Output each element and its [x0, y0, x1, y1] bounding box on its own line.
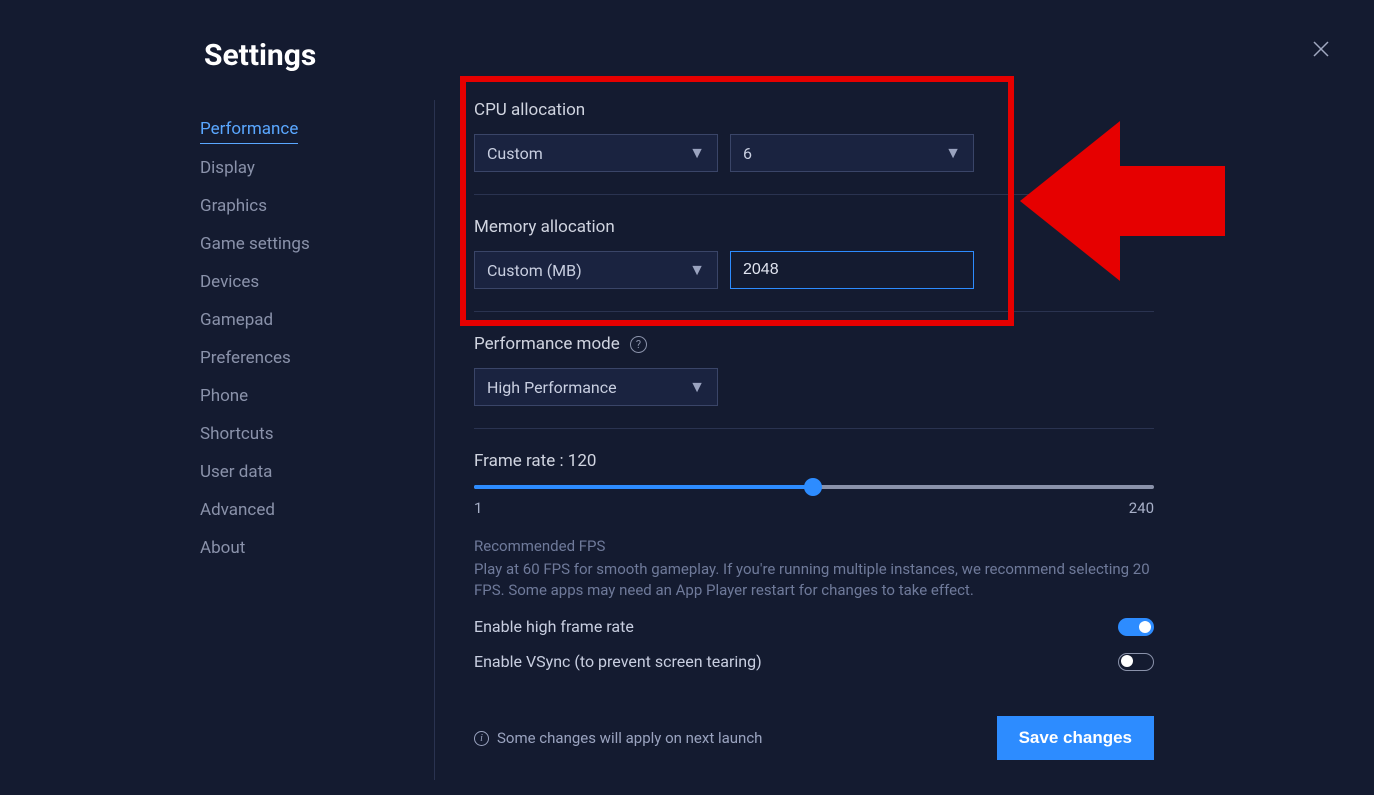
page-title: Settings: [204, 38, 316, 73]
sidebar-item-phone[interactable]: Phone: [200, 377, 400, 415]
main-panel: CPU allocation Custom ▼ 6 ▼ Memory alloc…: [474, 100, 1154, 671]
save-changes-button[interactable]: Save changes: [997, 716, 1154, 760]
memory-value-input[interactable]: [730, 251, 974, 289]
performance-mode-select[interactable]: High Performance ▼: [474, 368, 718, 406]
sidebar-item-graphics[interactable]: Graphics: [200, 187, 400, 225]
close-icon[interactable]: [1312, 40, 1330, 62]
sidebar-item-advanced[interactable]: Advanced: [200, 491, 400, 529]
sidebar-item-preferences[interactable]: Preferences: [200, 339, 400, 377]
chevron-down-icon: ▼: [689, 377, 705, 397]
sidebar-item-display[interactable]: Display: [200, 149, 400, 187]
chevron-down-icon: ▼: [945, 143, 961, 163]
memory-mode-select[interactable]: Custom (MB) ▼: [474, 251, 718, 289]
chevron-down-icon: ▼: [689, 260, 705, 280]
settings-sidebar: Performance Display Graphics Game settin…: [200, 110, 400, 567]
section-divider: [474, 194, 1154, 195]
footer: i Some changes will apply on next launch…: [474, 716, 1154, 760]
memory-allocation-label: Memory allocation: [474, 217, 1154, 237]
performance-mode-value: High Performance: [487, 378, 617, 397]
slider-fill: [474, 485, 813, 489]
cpu-cores-select[interactable]: 6 ▼: [730, 134, 974, 172]
performance-mode-label: Performance mode ?: [474, 334, 1154, 354]
high-frame-rate-label: Enable high frame rate: [474, 617, 634, 636]
sidebar-item-devices[interactable]: Devices: [200, 263, 400, 301]
sidebar-item-gamepad[interactable]: Gamepad: [200, 301, 400, 339]
info-icon: i: [474, 731, 489, 746]
recommended-fps-text: Play at 60 FPS for smooth gameplay. If y…: [474, 559, 1154, 601]
recommended-fps-title: Recommended FPS: [474, 537, 1154, 555]
frame-rate-slider[interactable]: [474, 485, 1154, 489]
help-icon[interactable]: ?: [630, 336, 647, 353]
cpu-mode-value: Custom: [487, 144, 543, 163]
cpu-allocation-label: CPU allocation: [474, 100, 1154, 120]
slider-min: 1: [474, 499, 482, 517]
sidebar-item-about[interactable]: About: [200, 529, 400, 567]
memory-mode-value: Custom (MB): [487, 261, 582, 280]
sidebar-item-game-settings[interactable]: Game settings: [200, 225, 400, 263]
cpu-cores-value: 6: [743, 144, 752, 163]
chevron-down-icon: ▼: [689, 143, 705, 163]
slider-max: 240: [1129, 499, 1154, 517]
frame-rate-label: Frame rate : 120: [474, 451, 1154, 471]
slider-thumb[interactable]: [804, 478, 822, 496]
sidebar-item-user-data[interactable]: User data: [200, 453, 400, 491]
vertical-divider: [434, 100, 435, 780]
section-divider: [474, 428, 1154, 429]
sidebar-item-shortcuts[interactable]: Shortcuts: [200, 415, 400, 453]
sidebar-item-performance[interactable]: Performance: [200, 110, 298, 144]
high-frame-rate-toggle[interactable]: [1118, 618, 1154, 636]
vsync-label: Enable VSync (to prevent screen tearing): [474, 652, 762, 671]
cpu-mode-select[interactable]: Custom ▼: [474, 134, 718, 172]
vsync-toggle[interactable]: [1118, 653, 1154, 671]
launch-note: i Some changes will apply on next launch: [474, 729, 762, 747]
section-divider: [474, 311, 1154, 312]
